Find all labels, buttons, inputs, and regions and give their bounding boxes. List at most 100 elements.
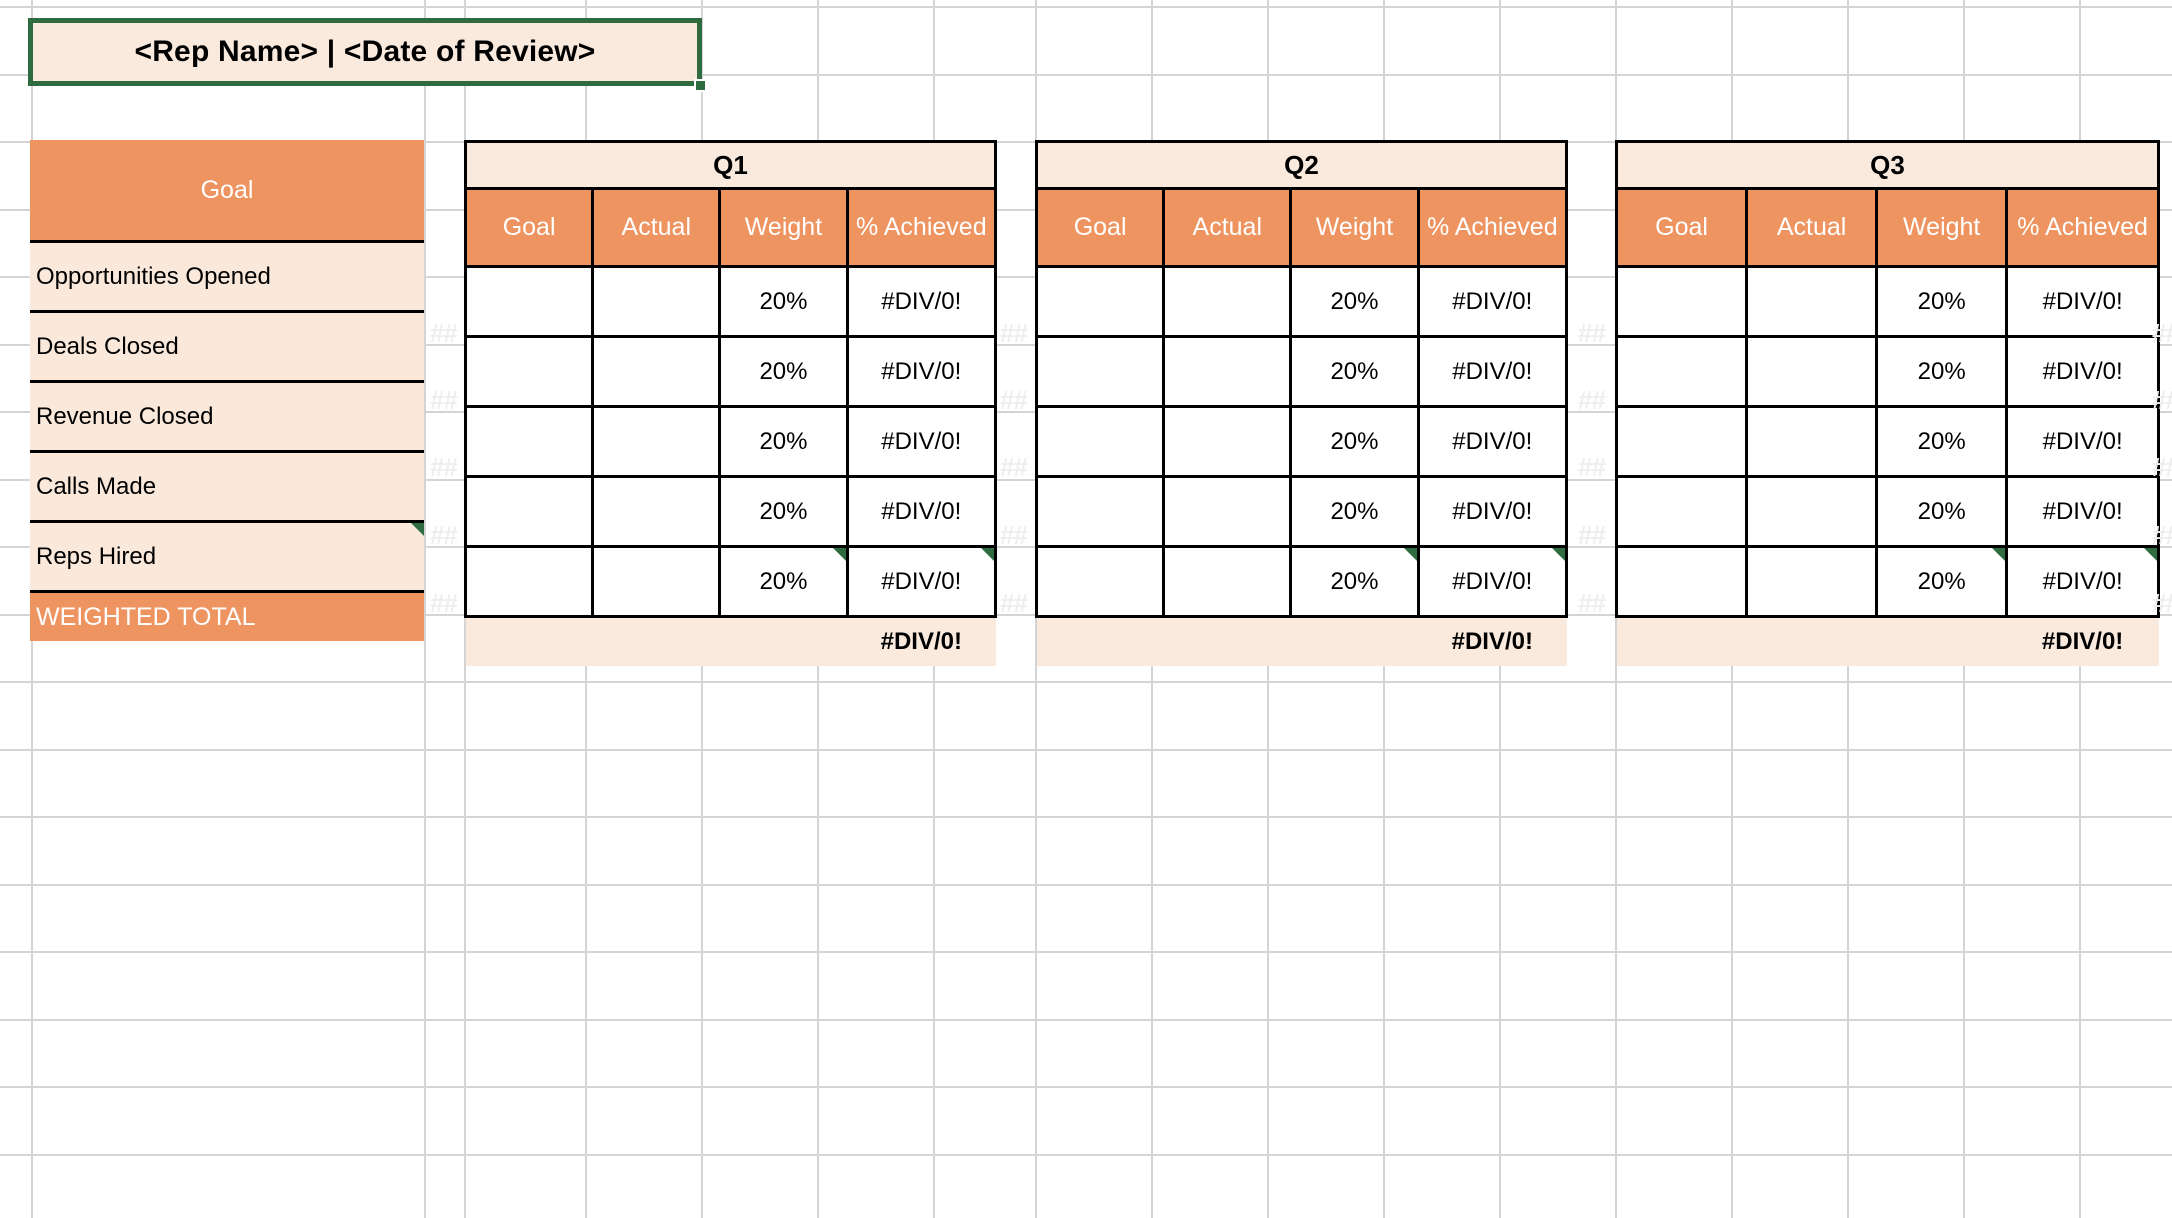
cell-achieved[interactable]: #DIV/0!: [845, 335, 998, 408]
cell-goal[interactable]: [463, 335, 595, 408]
total-cell-weight[interactable]: [719, 615, 848, 666]
column-header-weight[interactable]: Weight: [1875, 187, 2009, 268]
cell-goal[interactable]: [463, 405, 595, 478]
column-header-actual[interactable]: Actual: [1162, 187, 1293, 268]
cell-weight[interactable]: 20%: [1289, 545, 1420, 618]
fill-handle[interactable]: [694, 79, 707, 92]
cell-achieved[interactable]: #DIV/0!: [1416, 475, 1569, 548]
total-cell-achieved[interactable]: #DIV/0!: [1418, 615, 1567, 666]
quarter-label[interactable]: Q3: [1615, 140, 2160, 190]
cell-goal[interactable]: [1614, 405, 1749, 478]
goal-header-cell[interactable]: Goal: [30, 140, 424, 242]
quarter-label[interactable]: Q2: [1035, 140, 1568, 190]
cell-weight[interactable]: 20%: [1875, 475, 2009, 548]
total-cell-goal[interactable]: [1616, 615, 1747, 666]
column-header-achieved[interactable]: % Achieved: [1416, 187, 1569, 268]
total-cell-actual[interactable]: [592, 615, 720, 666]
column-header-weight[interactable]: Weight: [1289, 187, 1420, 268]
cell-goal[interactable]: [1034, 405, 1166, 478]
cell-weight[interactable]: 20%: [1289, 405, 1420, 478]
total-cell-weight[interactable]: [1290, 615, 1419, 666]
cell-weight[interactable]: 20%: [718, 475, 849, 548]
cell-achieved[interactable]: #DIV/0!: [2005, 405, 2160, 478]
title-cell[interactable]: <Rep Name> | <Date of Review>: [28, 18, 702, 86]
goal-row-label[interactable]: Reps Hired: [30, 520, 424, 593]
goal-row-label[interactable]: Calls Made: [30, 450, 424, 523]
column-header-goal[interactable]: Goal: [1614, 187, 1749, 268]
cell-weight[interactable]: 20%: [1875, 265, 2009, 338]
table-row: 20% #DIV/0!: [463, 265, 998, 338]
cell-goal[interactable]: [1034, 545, 1166, 618]
cell-achieved[interactable]: #DIV/0!: [845, 265, 998, 338]
column-header-goal[interactable]: Goal: [1034, 187, 1166, 268]
cell-actual[interactable]: [1162, 335, 1293, 408]
cell-actual[interactable]: [591, 545, 722, 618]
cell-actual[interactable]: [591, 335, 722, 408]
cell-goal[interactable]: [1614, 475, 1749, 548]
table-row: 20% #DIV/0!: [1034, 475, 1569, 548]
column-header-actual[interactable]: Actual: [591, 187, 722, 268]
total-cell-achieved[interactable]: #DIV/0!: [2006, 615, 2159, 666]
cell-goal[interactable]: [463, 545, 595, 618]
table-row: 20% #DIV/0!: [1034, 405, 1569, 478]
cell-actual[interactable]: [591, 265, 722, 338]
goal-row-label[interactable]: Opportunities Opened: [30, 240, 424, 313]
cell-achieved[interactable]: #DIV/0!: [845, 405, 998, 478]
cell-achieved[interactable]: #DIV/0!: [1416, 335, 1569, 408]
total-cell-goal[interactable]: [465, 615, 593, 666]
cell-weight[interactable]: 20%: [1875, 335, 2009, 408]
goal-row-label[interactable]: Revenue Closed: [30, 380, 424, 453]
cell-actual[interactable]: [1162, 475, 1293, 548]
column-header-actual[interactable]: Actual: [1745, 187, 1879, 268]
cell-weight[interactable]: 20%: [718, 545, 849, 618]
quarter-label[interactable]: Q1: [464, 140, 997, 190]
cell-achieved[interactable]: #DIV/0!: [2005, 545, 2160, 618]
cell-actual[interactable]: [1745, 405, 1879, 478]
cell-actual[interactable]: [1745, 265, 1879, 338]
cell-weight[interactable]: 20%: [1289, 265, 1420, 338]
cell-goal[interactable]: [1614, 545, 1749, 618]
cell-goal[interactable]: [1614, 265, 1749, 338]
cell-actual[interactable]: [591, 405, 722, 478]
cell-goal[interactable]: [463, 475, 595, 548]
cell-goal[interactable]: [1614, 335, 1749, 408]
column-header-goal[interactable]: Goal: [463, 187, 595, 268]
goal-row-label[interactable]: Deals Closed: [30, 310, 424, 383]
total-cell-goal[interactable]: [1036, 615, 1164, 666]
cell-weight[interactable]: 20%: [718, 335, 849, 408]
cell-achieved[interactable]: #DIV/0!: [1416, 545, 1569, 618]
column-header-weight[interactable]: Weight: [718, 187, 849, 268]
cell-achieved[interactable]: #DIV/0!: [2005, 265, 2160, 338]
cell-actual[interactable]: [1745, 475, 1879, 548]
cell-actual[interactable]: [591, 475, 722, 548]
cell-achieved[interactable]: #DIV/0!: [845, 475, 998, 548]
cell-weight[interactable]: 20%: [718, 405, 849, 478]
cell-weight[interactable]: 20%: [1289, 475, 1420, 548]
cell-weight[interactable]: 20%: [1875, 405, 2009, 478]
cell-achieved[interactable]: #DIV/0!: [845, 545, 998, 618]
column-header-achieved[interactable]: % Achieved: [2005, 187, 2160, 268]
cell-weight[interactable]: 20%: [718, 265, 849, 338]
total-cell-actual[interactable]: [1163, 615, 1291, 666]
cell-actual[interactable]: [1745, 335, 1879, 408]
cell-goal[interactable]: [463, 265, 595, 338]
cell-achieved[interactable]: #DIV/0!: [1416, 405, 1569, 478]
cell-actual[interactable]: [1162, 405, 1293, 478]
cell-achieved[interactable]: #DIV/0!: [2005, 475, 2160, 548]
weighted-total-label[interactable]: WEIGHTED TOTAL: [30, 591, 424, 641]
cell-actual[interactable]: [1745, 545, 1879, 618]
cell-weight[interactable]: 20%: [1875, 545, 2009, 618]
cell-goal[interactable]: [1034, 475, 1166, 548]
cell-goal[interactable]: [1034, 335, 1166, 408]
cell-achieved[interactable]: #DIV/0!: [1416, 265, 1569, 338]
cell-actual[interactable]: [1162, 545, 1293, 618]
column-header-achieved[interactable]: % Achieved: [845, 187, 998, 268]
cell-goal[interactable]: [1034, 265, 1166, 338]
overflow-indicator: ##: [1000, 385, 1028, 415]
cell-achieved[interactable]: #DIV/0!: [2005, 335, 2160, 408]
cell-actual[interactable]: [1162, 265, 1293, 338]
cell-weight[interactable]: 20%: [1289, 335, 1420, 408]
total-cell-achieved[interactable]: #DIV/0!: [847, 615, 996, 666]
total-cell-actual[interactable]: [1746, 615, 1877, 666]
total-cell-weight[interactable]: [1876, 615, 2007, 666]
